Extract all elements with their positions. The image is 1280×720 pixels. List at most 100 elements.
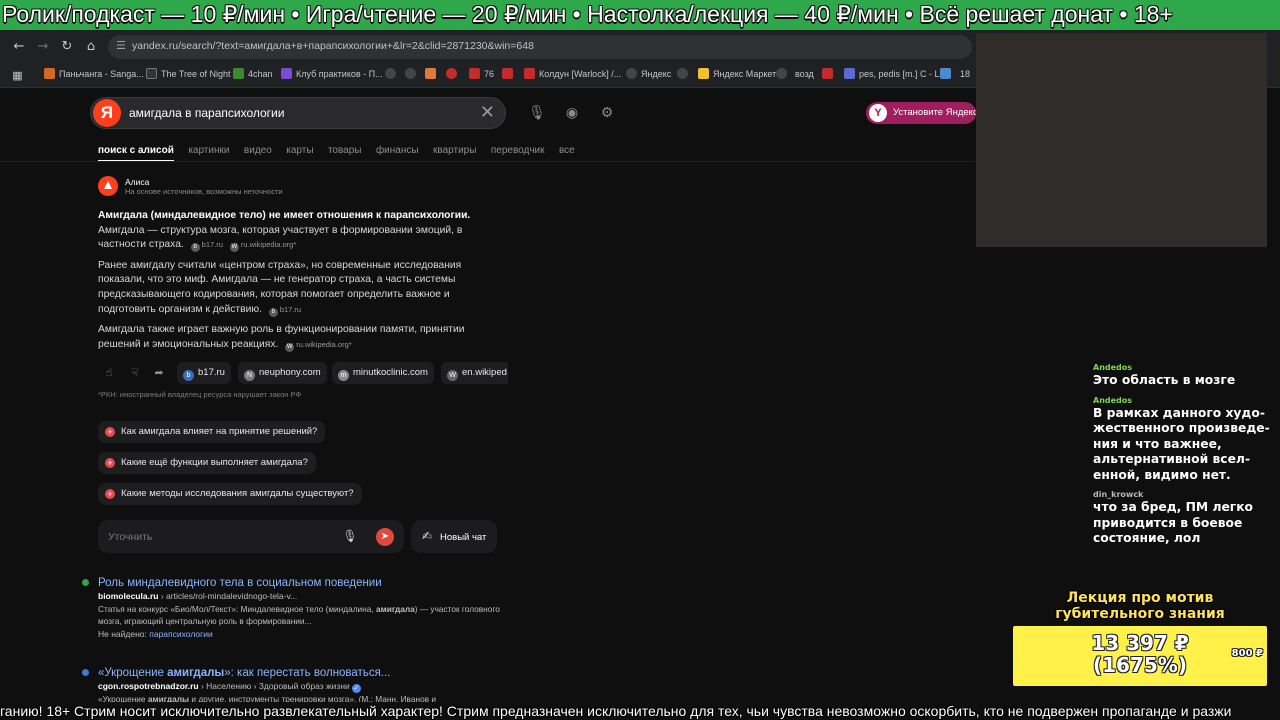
microphone-icon[interactable]: 🎙 (527, 103, 547, 123)
result-url[interactable]: biomolecula.ru › articles/rol-mindalevid… (98, 590, 508, 603)
install-yandex-button[interactable]: Y Установите Яндекс (866, 102, 976, 124)
tab-flats[interactable]: квартиры (433, 144, 476, 158)
search-query[interactable]: амигдала в парапсихологии (129, 106, 284, 120)
suggestion-chip[interactable]: + Как амигдала влияет на принятие решений… (98, 421, 326, 443)
rkn-note: *РКН: иностранный владелец ресурса наруш… (98, 390, 302, 399)
address-url[interactable]: yandex.ru/search/?text=амигдала+в+парапс… (132, 40, 534, 52)
microphone-icon[interactable]: 🎙 (341, 527, 359, 545)
donation-goal-title: Лекция про мотив губительного знания (1055, 590, 1225, 622)
chat-message: Andedos Это область в мозге (1093, 362, 1273, 389)
tab-products[interactable]: товары (328, 144, 362, 158)
top-ticker: Ролик/подкаст — 10 ₽/мин • Игра/чтение —… (0, 0, 1280, 30)
result-url[interactable]: cgon.rospotrebnadzor.ru › Населению › Зд… (98, 680, 508, 693)
bookmark-item[interactable]: 76 (469, 66, 494, 82)
result-missing: Не найдено: парапсихологии (98, 629, 213, 639)
answer-paragraph: Амигдала также играет важную роль в функ… (98, 323, 493, 352)
bookmark-item[interactable]: Клуб практиков - П... (281, 66, 383, 82)
source-link[interactable]: Wru.wikipedia.org* (285, 338, 352, 353)
bookmark-item[interactable]: возд (795, 66, 814, 82)
bookmark-item[interactable]: Колдун [Warlock] /... (524, 66, 621, 82)
alice-icon (98, 176, 118, 196)
plus-icon: + (105, 427, 115, 437)
bookmark-icon-only[interactable] (822, 66, 837, 82)
tab-alice[interactable]: поиск с алисой (98, 144, 174, 162)
webcam-feed (976, 33, 1267, 247)
tab-all[interactable]: все (559, 144, 575, 158)
reload-icon[interactable]: ↻ (58, 38, 76, 56)
alice-name: Алиса (125, 177, 150, 187)
source-link[interactable]: Wru.wikipedia.org* (229, 238, 296, 253)
bookmark-icon-only[interactable] (677, 66, 692, 82)
bookmark-icon-only[interactable] (940, 66, 955, 82)
bookmark-icon-only[interactable] (502, 66, 517, 82)
camera-icon[interactable]: ◉ (562, 103, 582, 123)
donation-goal: 13 397 ₽ (1675%) 800 ₽ (1013, 626, 1267, 686)
answer-actions: ☝ ☟ ➦ b b17.ru Nneuphony.com m minutkoclin… (98, 362, 508, 384)
alice-answer-text: Амигдала (миндалевидное тело) не имеет о… (98, 209, 493, 358)
apps-icon[interactable]: ▦ (12, 66, 27, 82)
chat-text: что за бред, ПМ легко приводится в боево… (1093, 500, 1254, 545)
bookmark-item[interactable]: 18 (960, 66, 970, 82)
tab-maps[interactable]: карты (286, 144, 313, 158)
suggestion-chip[interactable]: + Какие методы исследования амигдалы суще… (98, 483, 362, 505)
thumbs-down-icon[interactable]: ☟ (126, 364, 144, 382)
chat-message: din_krowck что за бред, ПМ легко приводи… (1093, 489, 1273, 547)
forward-icon[interactable]: → (34, 38, 52, 56)
chat-text: Это область в мозге (1093, 373, 1236, 387)
source-chip[interactable]: m minutkoclinic.com (332, 362, 434, 384)
suggestion-chip[interactable]: + Какие ещё функции выполняет амигдала? (98, 452, 316, 474)
result-snippet: Статья на конкурс «Био/Мол/Текст»: Минда… (98, 604, 500, 626)
search-result: Роль миндалевидного тела в социальном по… (82, 576, 508, 641)
bookmark-icon-only[interactable] (405, 66, 420, 82)
new-chat-icon: ✍ (421, 529, 433, 543)
favicon (82, 579, 89, 586)
refine-input[interactable] (108, 528, 328, 545)
source-chip[interactable]: Nneuphony.com (238, 362, 327, 384)
top-ticker-text: Ролик/подкаст — 10 ₽/мин • Игра/чтение —… (2, 1, 1173, 27)
thumbs-up-icon[interactable]: ☝ (100, 364, 118, 382)
answer-lead: Амигдала (миндалевидное тело) не имеет о… (98, 210, 471, 221)
stream-chat: Andedos Это область в мозге Andedos В ра… (1093, 362, 1273, 552)
bookmark-item[interactable]: pes, pedis [m.] C - L... (844, 66, 947, 82)
back-icon[interactable]: ← (10, 38, 28, 56)
tab-translator[interactable]: переводчик (491, 144, 545, 158)
search-result: «Укрощение амигдалы»: как перестать волн… (82, 666, 508, 705)
source-link[interactable]: b b17.ru (268, 303, 301, 318)
bookmark-icon-only[interactable] (425, 66, 440, 82)
refine-field[interactable]: 🎙 ➤ (98, 520, 404, 553)
tab-finance[interactable]: финансы (376, 144, 419, 158)
verified-icon: ✓ (351, 684, 361, 693)
alice-answer-card: Алиса На основе источников, возможны нет… (88, 168, 508, 558)
send-icon[interactable]: ➤ (376, 528, 394, 546)
chat-text: В рамках данного худо­жественного произв… (1093, 405, 1270, 482)
missing-term-link[interactable]: парапсихологии (149, 629, 212, 639)
bookmark-icon-only[interactable] (385, 66, 400, 82)
tab-video[interactable]: видео (244, 144, 272, 158)
source-link[interactable]: b b17.ru (190, 238, 223, 253)
filters-icon[interactable]: ⚙ (597, 103, 617, 123)
home-icon[interactable]: ⌂ (82, 38, 100, 56)
chat-message: Andedos В рамках данного худо­жественног… (1093, 395, 1273, 484)
tabs-divider (0, 161, 975, 162)
bookmark-item[interactable]: Яндекс Маркет (698, 66, 776, 82)
new-chat-button[interactable]: ✍ Новый чат (411, 520, 497, 553)
clear-icon[interactable]: ✕ (480, 102, 495, 124)
result-title[interactable]: «Укрощение амигдалы»: как перестать волн… (98, 666, 508, 680)
bookmark-icon-only[interactable] (776, 66, 791, 82)
source-chip[interactable]: b b17.ru (177, 362, 231, 384)
alice-disclaimer: На основе источников, возможны неточност… (125, 187, 283, 196)
yandex-logo[interactable]: Я (93, 99, 121, 127)
chat-nick: Andedos (1093, 395, 1133, 405)
bookmark-item[interactable]: The Tree of Night (146, 66, 231, 82)
result-title[interactable]: Роль миндалевидного тела в социальном по… (98, 576, 508, 590)
bookmark-item[interactable]: Яндекс (626, 66, 671, 82)
search-box[interactable]: Я амигдала в парапсихологии ✕ (90, 97, 506, 129)
address-bar[interactable]: ☰ yandex.ru/search/?text=амигдала+в+пара… (108, 35, 972, 59)
tab-images[interactable]: картинки (188, 144, 229, 158)
share-icon[interactable]: ➦ (150, 364, 168, 382)
bookmark-icon-only[interactable] (446, 66, 461, 82)
bookmark-item[interactable]: Паньчанга - Sanga... (44, 66, 144, 82)
bookmark-item[interactable]: 4chan (233, 66, 273, 82)
source-chip[interactable]: Wen.wikiped (441, 362, 508, 384)
site-settings-icon[interactable]: ☰ (116, 39, 126, 52)
